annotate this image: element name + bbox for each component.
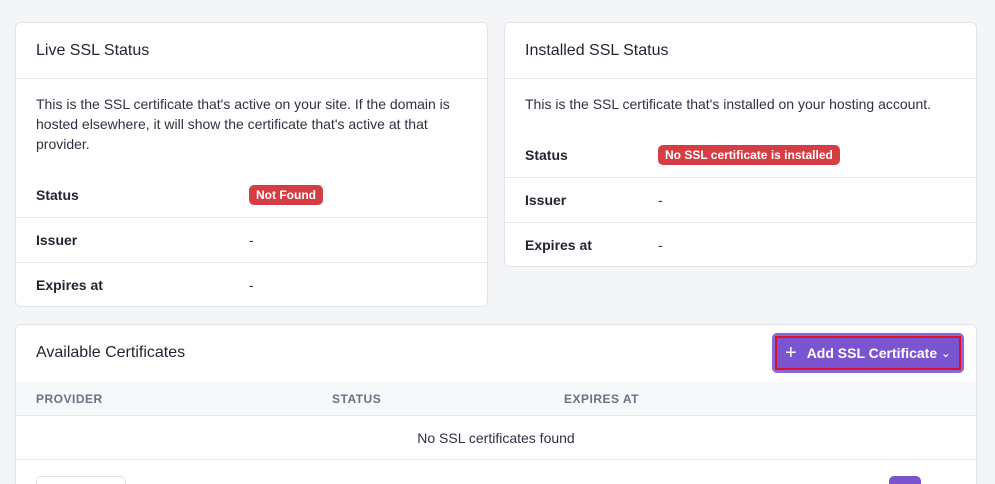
installed-ssl-issuer-row: Issuer - — [505, 177, 976, 222]
add-ssl-certificate-label: Add SSL Certificate — [806, 345, 938, 361]
issuer-value: - — [249, 232, 254, 248]
status-value: Not Found — [249, 184, 323, 205]
live-ssl-issuer-row: Issuer - — [16, 217, 487, 262]
status-badge: No SSL certificate is installed — [658, 144, 840, 165]
installed-ssl-status-row: Status No SSL certificate is installed — [505, 132, 976, 177]
live-ssl-expires-row: Expires at - — [16, 262, 487, 307]
installed-ssl-title: Installed SSL Status — [505, 23, 976, 79]
expires-value: - — [658, 237, 663, 253]
live-ssl-title: Live SSL Status — [16, 23, 487, 79]
expires-value: - — [249, 277, 254, 293]
issuer-label: Issuer — [525, 192, 567, 208]
live-ssl-status-row: Status Not Found — [16, 172, 487, 217]
live-ssl-card: Live SSL Status This is the SSL certific… — [15, 22, 488, 307]
chevron-down-icon: ⌄ — [941, 347, 951, 360]
issuer-value: - — [658, 192, 663, 208]
status-label: Status — [525, 146, 568, 163]
installed-ssl-card: Installed SSL Status This is the SSL cer… — [504, 22, 977, 267]
status-label: Status — [36, 186, 79, 203]
add-ssl-certificate-focus-ring: + Add SSL Certificate ⌄ — [772, 333, 964, 373]
status-value: No SSL certificate is installed — [658, 144, 840, 165]
column-header-provider[interactable]: PROVIDER — [36, 392, 103, 406]
pagination-page-button[interactable] — [889, 476, 921, 484]
installed-ssl-expires-row: Expires at - — [505, 222, 976, 267]
status-badge: Not Found — [249, 184, 323, 205]
empty-state-message: No SSL certificates found — [16, 416, 976, 460]
add-ssl-certificate-button[interactable]: + Add SSL Certificate ⌄ — [775, 336, 961, 370]
plus-icon: + — [785, 342, 797, 364]
installed-ssl-description: This is the SSL certificate that's insta… — [525, 96, 932, 112]
pagination-select[interactable] — [36, 476, 126, 484]
expires-label: Expires at — [36, 277, 103, 293]
expires-label: Expires at — [525, 237, 592, 253]
live-ssl-description: This is the SSL certificate that's activ… — [36, 96, 450, 152]
available-certificates-card: Available Certificates + Add SSL Certifi… — [15, 324, 977, 484]
issuer-label: Issuer — [36, 232, 78, 248]
certificates-table-header: PROVIDER STATUS EXPIRES AT — [16, 382, 976, 416]
column-header-expires-at[interactable]: EXPIRES AT — [564, 392, 639, 406]
column-header-status[interactable]: STATUS — [332, 392, 381, 406]
